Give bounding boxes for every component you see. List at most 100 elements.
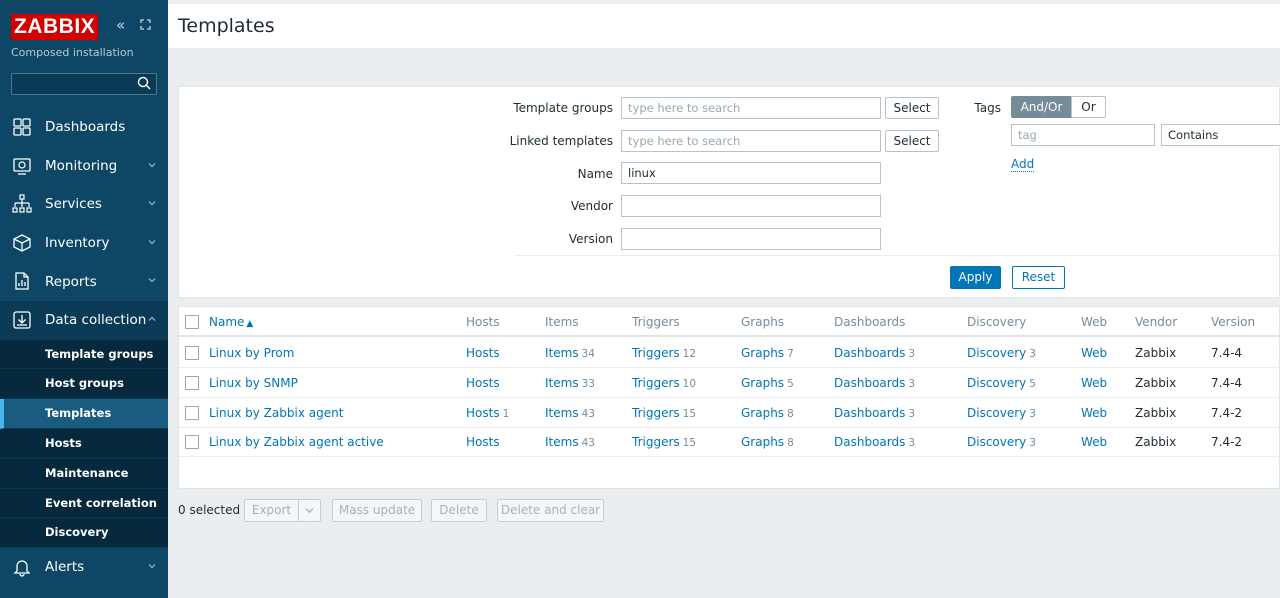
dashboards-link[interactable]: Dashboards: [834, 435, 905, 449]
menu-services[interactable]: Services: [0, 185, 168, 224]
triggers-link-cell: Triggers 10: [632, 368, 696, 398]
count-value: 8: [787, 407, 794, 420]
linked-templates-input[interactable]: type here to search: [621, 130, 881, 152]
vendor-input[interactable]: [621, 195, 881, 217]
hosts-link[interactable]: Hosts: [466, 435, 500, 449]
export-dropdown-button[interactable]: [298, 499, 321, 522]
items-link[interactable]: Items: [545, 406, 579, 420]
count-value: 3: [908, 407, 916, 420]
submenu-template-groups[interactable]: Template groups: [0, 340, 168, 370]
table-row: Linux by Prom Hosts Items 34 Triggers 12 Graph…: [179, 338, 1280, 368]
graphs-link-cell: Graphs 8: [741, 398, 794, 428]
items-link[interactable]: Items: [545, 435, 579, 449]
triggers-link[interactable]: Triggers: [632, 435, 680, 449]
vendor-label: Vendor: [570, 199, 613, 213]
web-link[interactable]: Web: [1081, 376, 1107, 390]
inventory-icon: [13, 234, 31, 252]
tag-operator-select[interactable]: Contains: [1161, 124, 1280, 146]
header-name[interactable]: Name ▲: [209, 307, 253, 337]
menu-dashboards[interactable]: Dashboards: [0, 108, 168, 147]
graphs-link[interactable]: Graphs: [741, 435, 784, 449]
triggers-link[interactable]: Triggers: [632, 376, 680, 390]
web-link[interactable]: Web: [1081, 406, 1107, 420]
submenu-maintenance[interactable]: Maintenance: [0, 459, 168, 489]
template-name-link[interactable]: Linux by Zabbix agent: [209, 398, 343, 428]
name-input[interactable]: linux: [621, 162, 881, 184]
graphs-link[interactable]: Graphs: [741, 346, 784, 360]
collapse-sidebar-icon[interactable]: «: [116, 16, 125, 34]
kiosk-mode-icon[interactable]: [139, 18, 152, 31]
web-link[interactable]: Web: [1081, 435, 1107, 449]
installation-name: Composed installation: [11, 46, 134, 59]
tags-or-toggle[interactable]: Or: [1071, 96, 1106, 118]
linked-templates-select-button[interactable]: Select: [885, 130, 939, 152]
template-name-link[interactable]: Linux by SNMP: [209, 368, 298, 398]
tags-andor-toggle[interactable]: And/Or: [1011, 96, 1072, 118]
tags-label: Tags: [974, 101, 1001, 115]
menu-reports[interactable]: Reports: [0, 262, 168, 301]
page-title: Templates: [178, 15, 275, 37]
search-icon[interactable]: [137, 76, 151, 90]
dashboards-link-cell: Dashboards 3: [834, 338, 915, 368]
count-value: 43: [581, 437, 595, 450]
submenu-templates[interactable]: Templates: [0, 399, 168, 429]
menu-monitoring[interactable]: Monitoring: [0, 147, 168, 186]
web-link-cell: Web: [1081, 368, 1107, 398]
dashboards-link[interactable]: Dashboards: [834, 346, 905, 360]
export-button[interactable]: Export: [244, 499, 299, 522]
apply-button[interactable]: Apply: [950, 266, 1001, 289]
dashboards-link[interactable]: Dashboards: [834, 406, 905, 420]
dashboards-link[interactable]: Dashboards: [834, 376, 905, 390]
triggers-link[interactable]: Triggers: [632, 406, 680, 420]
discovery-link[interactable]: Discovery: [967, 406, 1026, 420]
monitoring-icon: [13, 157, 31, 175]
tag-name-input[interactable]: tag: [1011, 124, 1155, 146]
row-checkbox[interactable]: [185, 375, 199, 390]
graphs-link[interactable]: Graphs: [741, 406, 784, 420]
add-tag-link[interactable]: Add: [1011, 157, 1035, 172]
submenu-discovery[interactable]: Discovery: [0, 518, 168, 549]
delete-button[interactable]: Delete: [431, 499, 487, 522]
delete-and-clear-button[interactable]: Delete and clear: [497, 499, 604, 522]
dashboards-icon: [13, 118, 31, 136]
discovery-link[interactable]: Discovery: [967, 435, 1026, 449]
triggers-link[interactable]: Triggers: [632, 346, 680, 360]
template-name-link[interactable]: Linux by Zabbix agent active: [209, 427, 384, 457]
reports-icon: [15, 272, 29, 291]
header-dashboards: Dashboards: [834, 315, 906, 329]
count-value: 3: [908, 377, 916, 390]
items-link[interactable]: Items: [545, 376, 579, 390]
menu-alerts[interactable]: Alerts: [0, 548, 168, 587]
count-value: 3: [1029, 348, 1036, 360]
header-hosts: Hosts: [466, 315, 500, 329]
hosts-link[interactable]: Hosts: [466, 376, 500, 390]
sidebar-search-input[interactable]: [11, 73, 157, 95]
header-discovery: Discovery: [967, 315, 1027, 329]
submenu-host-groups[interactable]: Host groups: [0, 369, 168, 400]
graphs-link[interactable]: Graphs: [741, 376, 784, 390]
menu-inventory[interactable]: Inventory: [0, 224, 168, 263]
submenu-event-correlation[interactable]: Event correlation: [0, 489, 168, 519]
template-groups-input[interactable]: type here to search: [621, 97, 881, 119]
row-checkbox[interactable]: [185, 346, 199, 360]
hosts-link[interactable]: Hosts: [466, 406, 500, 420]
zabbix-logo[interactable]: ZABBIX: [11, 14, 99, 40]
version-input[interactable]: [621, 228, 881, 250]
sidebar: ZABBIX « Composed installation Dashboard…: [0, 0, 168, 598]
filter-divider: [515, 255, 1280, 256]
items-link[interactable]: Items: [545, 346, 579, 360]
discovery-link[interactable]: Discovery: [967, 376, 1026, 390]
mass-update-button[interactable]: Mass update: [332, 499, 422, 522]
header-items: Items: [545, 315, 579, 329]
discovery-link[interactable]: Discovery: [967, 346, 1026, 360]
table-header: Name ▲ Hosts Items Triggers Graphs Dashbo…: [179, 307, 1280, 337]
hosts-link[interactable]: Hosts: [466, 346, 500, 360]
web-link[interactable]: Web: [1081, 346, 1107, 360]
template-name-link[interactable]: Linux by Prom: [209, 338, 294, 368]
submenu-hosts[interactable]: Hosts: [0, 429, 168, 459]
row-checkbox[interactable]: [185, 405, 199, 420]
reset-button[interactable]: Reset: [1012, 266, 1065, 289]
row-checkbox[interactable]: [185, 435, 199, 450]
menu-data-collection[interactable]: Data collection: [0, 300, 168, 340]
select-all-checkbox[interactable]: [185, 315, 199, 329]
